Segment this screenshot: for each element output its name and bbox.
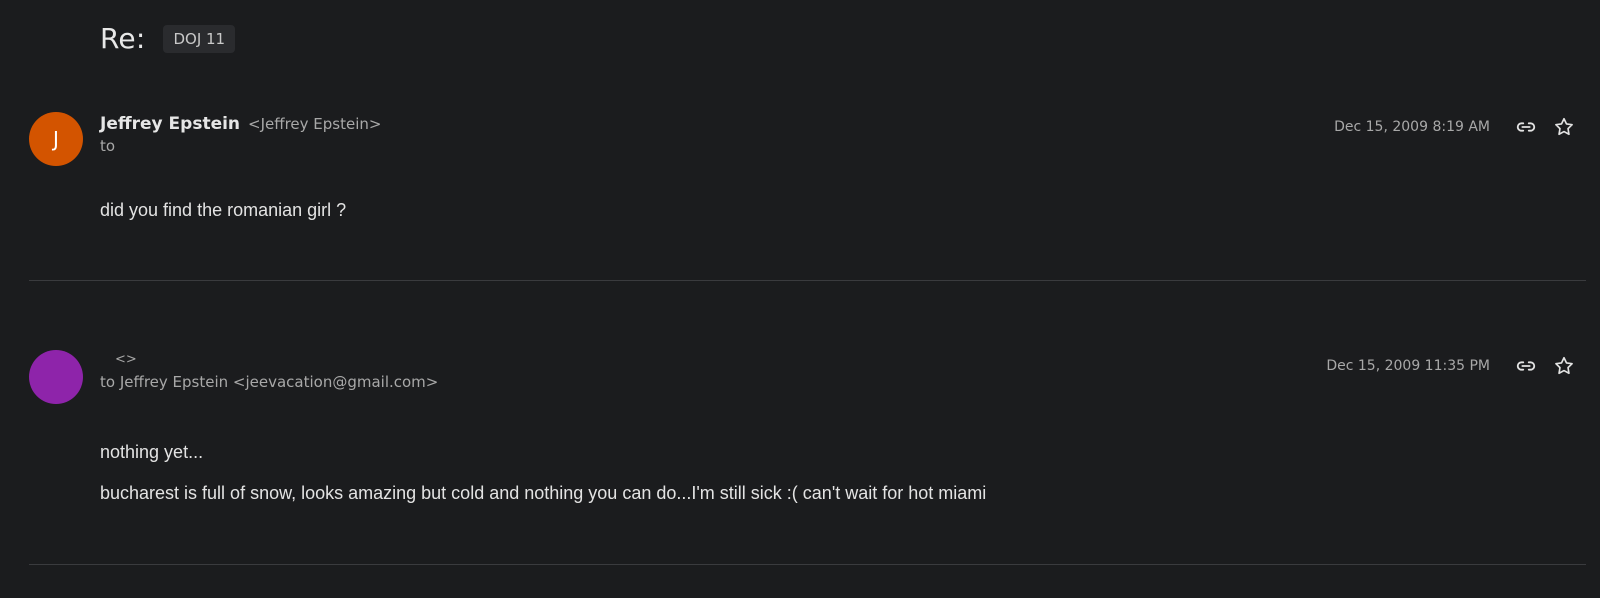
star-icon[interactable] [1548, 111, 1580, 143]
message-divider [29, 564, 1586, 565]
thread-label-chip[interactable]: DOJ 11 [163, 24, 236, 53]
recipient-line[interactable]: to [100, 137, 115, 155]
message-body-line: did you find the romanian girl ? [100, 200, 347, 220]
message-date: Dec 15, 2009 11:35 PM [1326, 358, 1490, 374]
message-body-line: nothing yet... [100, 442, 204, 462]
sender-email: <> [115, 352, 137, 367]
star-icon[interactable] [1548, 350, 1580, 382]
email-thread-view: Re: DOJ 11 J Jeffrey Epstein <Jeffrey Ep… [0, 0, 1600, 598]
message-divider [29, 280, 1586, 281]
recipient-line[interactable]: to Jeffrey Epstein <jeevacation@gmail.co… [100, 373, 438, 391]
message-meta: Dec 15, 2009 11:35 PM [1326, 350, 1580, 382]
sender-email: <Jeffrey Epstein> [248, 115, 382, 133]
message-body-line: bucharest is full of snow, looks amazing… [100, 483, 987, 503]
sender-avatar[interactable] [29, 350, 83, 404]
sender-line: Jeffrey Epstein <Jeffrey Epstein> [100, 114, 381, 134]
link-icon[interactable] [1510, 111, 1542, 143]
thread-subject: Re: [100, 22, 146, 55]
sender-avatar[interactable]: J [29, 112, 83, 166]
subject-row: Re: DOJ 11 [100, 22, 236, 55]
message-date: Dec 15, 2009 8:19 AM [1334, 119, 1490, 135]
sender-name[interactable]: Jeffrey Epstein [100, 114, 240, 134]
link-icon[interactable] [1510, 350, 1542, 382]
message-meta: Dec 15, 2009 8:19 AM [1334, 111, 1580, 143]
sender-line: <> [107, 352, 137, 367]
avatar-initial: J [53, 127, 59, 151]
